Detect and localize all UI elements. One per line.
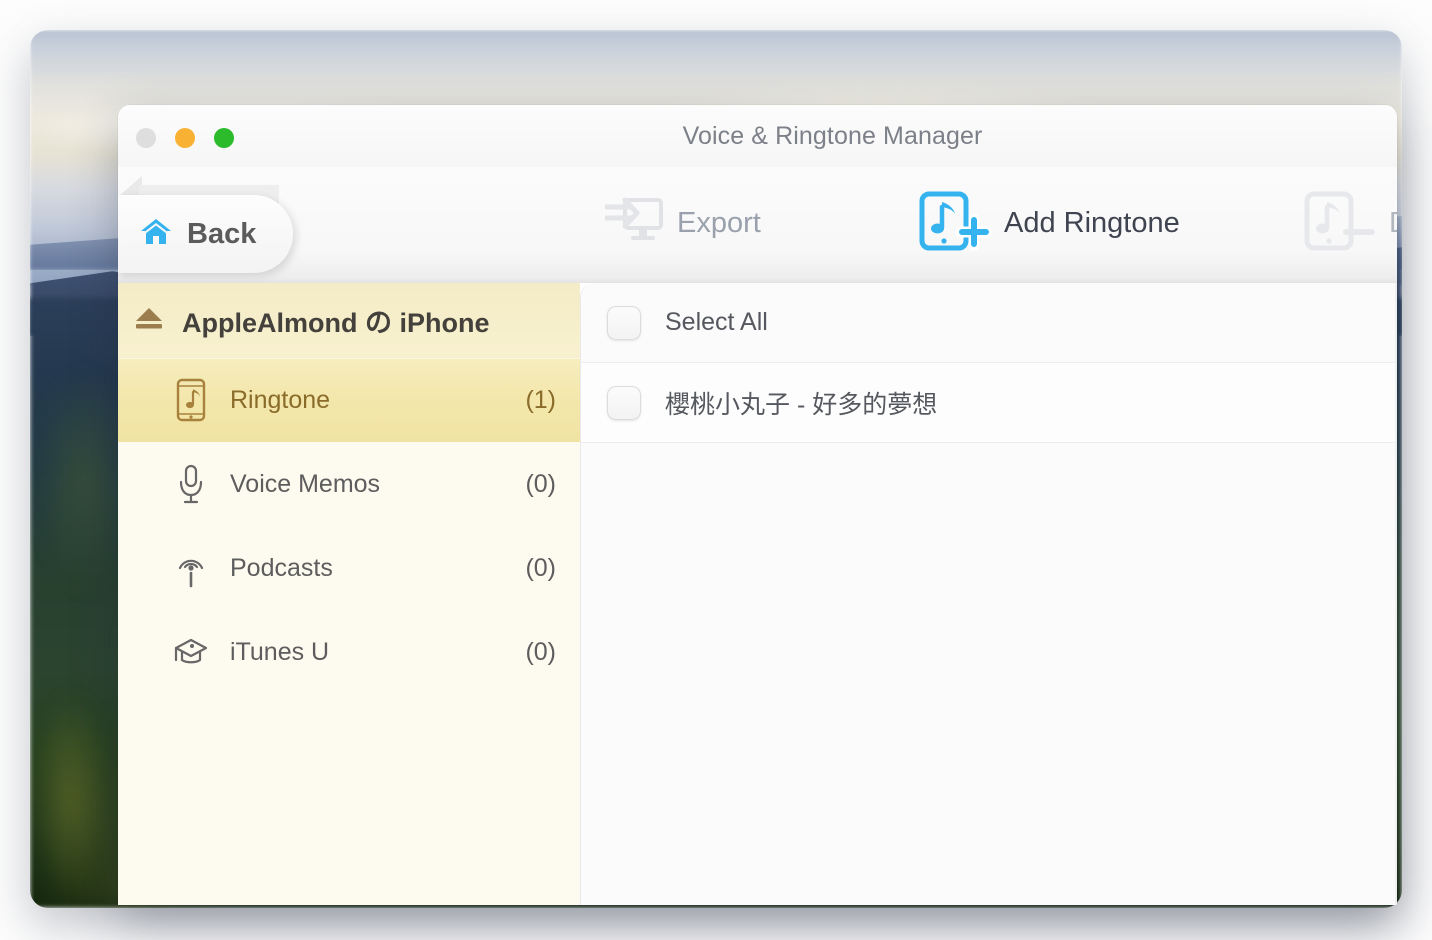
sidebar-item-ringtone-count: (1) [525, 385, 556, 414]
row-label: 櫻桃小丸子 - 好多的夢想 [665, 390, 938, 419]
graduation-cap-icon [170, 630, 212, 674]
traffic-lights [136, 128, 234, 148]
application-window: Voice & Ringtone Manager Back Export Add… [118, 105, 1397, 905]
device-name: AppleAlmond の iPhone [182, 307, 490, 338]
sidebar-item-ringtone-label: Ringtone [230, 385, 331, 414]
sidebar-item-podcasts-label: Podcasts [230, 553, 333, 582]
delete-label: De [1389, 207, 1397, 240]
maximize-button[interactable] [214, 128, 234, 148]
empty-list-area [581, 443, 1397, 905]
back-button-label: Back [187, 217, 257, 250]
back-button-group: Back [118, 176, 417, 273]
microphone-icon [170, 462, 212, 506]
delete-ringtone-icon [1303, 191, 1377, 256]
podcast-broadcast-icon [170, 546, 212, 590]
table-row[interactable]: 櫻桃小丸子 - 好多的夢想 [581, 363, 1397, 443]
row-checkbox[interactable] [607, 385, 641, 420]
desktop-canvas: Voice & Ringtone Manager Back Export Add… [0, 0, 1432, 940]
close-button[interactable] [136, 128, 156, 148]
sidebar-item-itunes-u[interactable]: iTunes U (0) [118, 610, 580, 694]
select-all-label: Select All [665, 308, 768, 336]
sidebar-item-ringtone[interactable]: Ringtone (1) [118, 358, 580, 442]
main-toolbar: Back Export Add Ringtone [118, 167, 1397, 283]
content-panel: Select All 櫻桃小丸子 - 好多的夢想 [580, 283, 1397, 905]
back-button[interactable]: Back [118, 195, 293, 273]
eject-icon[interactable] [134, 305, 164, 336]
add-ringtone-icon [918, 191, 993, 256]
select-all-row[interactable]: Select All [581, 283, 1397, 363]
window-titlebar: Voice & Ringtone Manager [118, 105, 1397, 167]
window-title: Voice & Ringtone Manager [682, 122, 983, 150]
sidebar-item-itunes-u-count: (0) [525, 637, 556, 666]
export-monitor-icon [603, 194, 665, 253]
vertical-scrollbar[interactable] [1395, 283, 1397, 905]
add-ringtone-label: Add Ringtone [1004, 206, 1180, 239]
sidebar-item-voice-memos-label: Voice Memos [230, 469, 381, 498]
device-header[interactable]: AppleAlmond の iPhone [118, 283, 580, 358]
add-ringtone-button[interactable]: Add Ringtone [918, 187, 1180, 259]
export-button[interactable]: Export [603, 187, 761, 259]
sidebar-item-voice-memos[interactable]: Voice Memos (0) [118, 442, 580, 526]
sidebar-item-podcasts[interactable]: Podcasts (0) [118, 526, 580, 610]
home-icon [139, 216, 173, 253]
sidebar: AppleAlmond の iPhone Ringtone (1) Voice … [118, 283, 580, 905]
ringtone-phone-note-icon [170, 378, 212, 422]
delete-ringtone-button[interactable]: De [1303, 187, 1397, 259]
export-label: Export [677, 206, 761, 239]
window-body: AppleAlmond の iPhone Ringtone (1) Voice … [118, 283, 1397, 905]
sidebar-item-podcasts-count: (0) [525, 553, 556, 582]
minimize-button[interactable] [175, 128, 195, 148]
select-all-checkbox[interactable] [607, 305, 641, 340]
sidebar-item-voice-memos-count: (0) [525, 469, 556, 498]
sidebar-item-itunes-u-label: iTunes U [230, 637, 330, 666]
